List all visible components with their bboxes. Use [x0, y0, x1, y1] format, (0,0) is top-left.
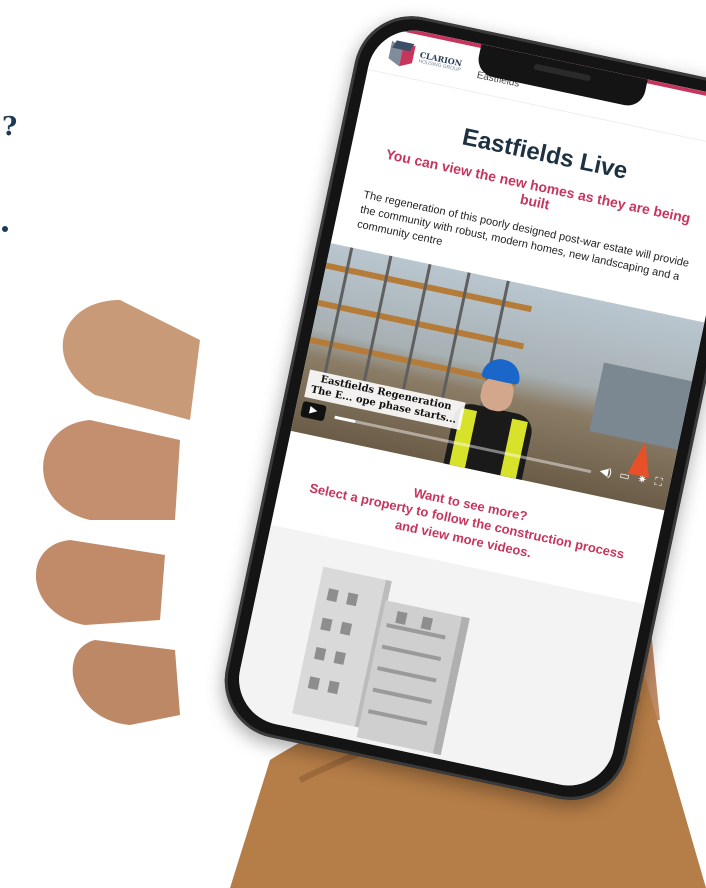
- play-button[interactable]: ▶: [300, 400, 327, 422]
- smartphone: CLARION HOUSING GROUP Eastfields Eastfie…: [213, 5, 706, 811]
- progress-fill: [334, 415, 356, 423]
- play-icon: ▶: [308, 404, 319, 417]
- cube-logo-icon: [387, 39, 416, 67]
- partial-question-mark: ?: [2, 112, 18, 142]
- phone-screen: CLARION HOUSING GROUP Eastfields Eastfie…: [230, 22, 706, 794]
- partial-dot: [2, 226, 8, 232]
- background-building: [589, 362, 693, 450]
- fullscreen-icon[interactable]: ⛶: [653, 475, 663, 489]
- settings-icon[interactable]: ✷: [636, 472, 648, 487]
- clarion-logo[interactable]: CLARION HOUSING GROUP: [387, 39, 463, 78]
- captions-icon[interactable]: ▭: [618, 468, 631, 483]
- main-content: Eastfields Live You can view the new hom…: [290, 70, 706, 510]
- volume-icon[interactable]: ◀): [599, 464, 614, 479]
